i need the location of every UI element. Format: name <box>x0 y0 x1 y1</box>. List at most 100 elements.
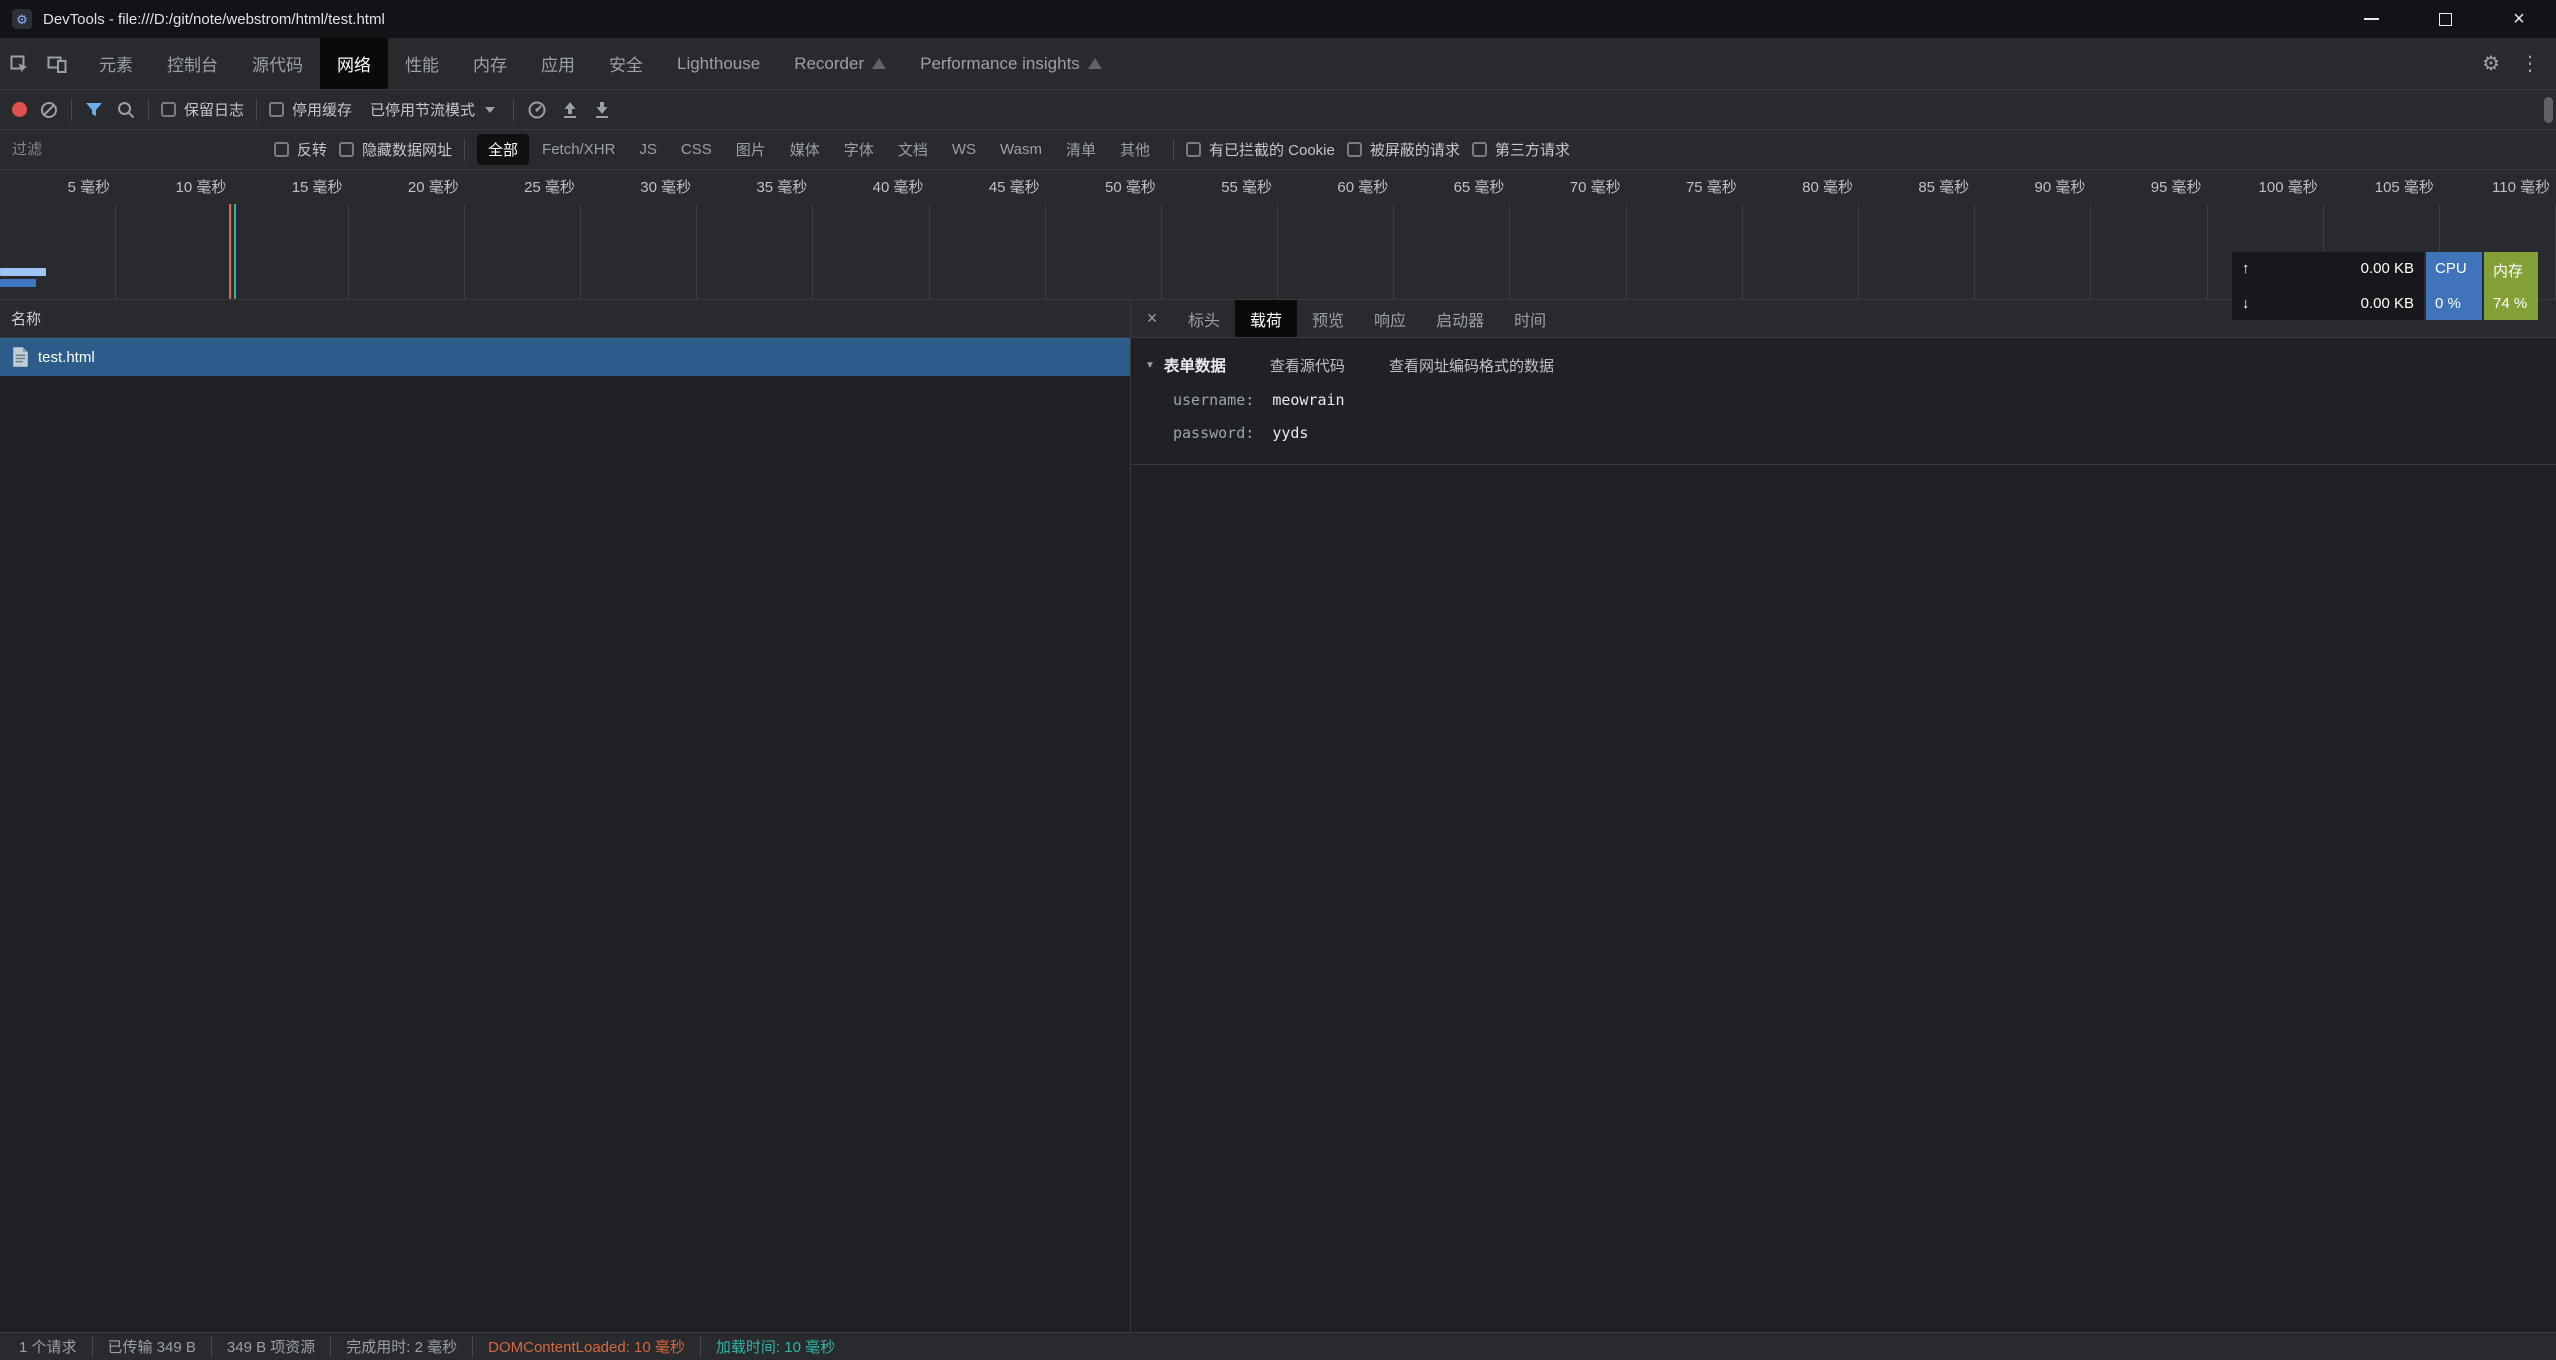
search-icon[interactable] <box>116 100 136 120</box>
view-source-link[interactable]: 查看源代码 <box>1270 355 1345 376</box>
cpu-meter: CPU 0 % <box>2426 252 2482 320</box>
dtab-payload[interactable]: 载荷 <box>1235 300 1297 337</box>
download-arrow-icon: ↓ <box>2242 295 2250 312</box>
close-button[interactable]: × <box>2482 0 2556 38</box>
close-detail-icon[interactable]: × <box>1131 308 1173 329</box>
filter-pill[interactable]: 其他 <box>1109 134 1161 165</box>
record-network-log-button[interactable] <box>12 102 27 117</box>
form-data-title[interactable]: 表单数据 <box>1164 354 1226 376</box>
third-party-requests-label: 第三方请求 <box>1495 139 1570 160</box>
request-list-pane: 名称 test.html <box>0 300 1131 1332</box>
preserve-log-checkbox[interactable]: 保留日志 <box>161 99 244 120</box>
settings-gear-icon[interactable]: ⚙ <box>2482 54 2500 74</box>
disclosure-triangle-icon[interactable]: ▼ <box>1145 360 1155 371</box>
filter-funnel-icon[interactable] <box>84 100 104 120</box>
tab-performance-insights[interactable]: Performance insights <box>903 38 1119 89</box>
dtab-response[interactable]: 响应 <box>1359 300 1421 337</box>
timeline-column: 25 毫秒 <box>465 204 581 299</box>
waterfall-bar-dark <box>0 279 36 287</box>
tab-elements[interactable]: 元素 <box>82 38 150 89</box>
hide-data-urls-label: 隐藏数据网址 <box>362 139 452 160</box>
download-value: 0.00 KB <box>2361 295 2414 312</box>
tab-application[interactable]: 应用 <box>524 38 592 89</box>
throttling-dropdown[interactable]: 已停用节流模式 <box>364 99 501 120</box>
filter-pill[interactable]: 字体 <box>833 134 885 165</box>
view-urlencoded-link[interactable]: 查看网址编码格式的数据 <box>1389 355 1554 376</box>
memory-label: 内存 <box>2493 260 2529 281</box>
table-row[interactable]: test.html <box>0 338 1130 376</box>
upload-value: 0.00 KB <box>2361 260 2414 277</box>
filter-pill[interactable]: 清单 <box>1055 134 1107 165</box>
import-har-icon[interactable] <box>560 100 580 120</box>
request-rows: test.html <box>0 338 1130 1332</box>
tab-sources[interactable]: 源代码 <box>235 38 320 89</box>
filter-pill[interactable]: 媒体 <box>779 134 831 165</box>
tab-recorder[interactable]: Recorder <box>777 38 903 89</box>
dtab-timing[interactable]: 时间 <box>1499 300 1561 337</box>
third-party-requests-checkbox[interactable]: 第三方请求 <box>1472 139 1570 160</box>
dtab-headers[interactable]: 标头 <box>1173 300 1235 337</box>
filter-pill[interactable]: 图片 <box>725 134 777 165</box>
network-overview-timeline[interactable]: 5 毫秒 10 毫秒 15 毫秒 20 毫秒 25 毫秒 <box>0 170 2556 300</box>
summary-item: 已传输 349 B <box>92 1336 211 1357</box>
summary-item: 完成用时: 2 毫秒 <box>330 1336 472 1357</box>
timeline-grid: 5 毫秒 10 毫秒 15 毫秒 20 毫秒 25 毫秒 <box>0 170 2556 299</box>
tab-console[interactable]: 控制台 <box>150 38 235 89</box>
name-column-header[interactable]: 名称 <box>0 300 1130 338</box>
clear-network-log-icon[interactable] <box>39 100 59 120</box>
hide-data-urls-checkbox[interactable]: 隐藏数据网址 <box>339 139 452 160</box>
timeline-column: 70 毫秒 <box>1510 204 1626 299</box>
network-conditions-icon[interactable] <box>526 99 548 121</box>
dtab-initiator[interactable]: 启动器 <box>1421 300 1499 337</box>
title-bar: ⚙ DevTools - file:///D:/git/note/webstro… <box>0 0 2556 38</box>
timeline-tick-label: 70 毫秒 <box>1570 176 1621 197</box>
kebab-menu-icon[interactable]: ⋮ <box>2520 54 2540 74</box>
minimize-button[interactable] <box>2334 0 2408 38</box>
invert-filter-checkbox[interactable]: 反转 <box>274 139 327 160</box>
filter-input[interactable] <box>12 141 262 158</box>
tab-security[interactable]: 安全 <box>592 38 660 89</box>
filter-pill[interactable]: Wasm <box>989 136 1053 163</box>
checkbox-icon <box>161 102 176 117</box>
export-har-icon[interactable] <box>592 100 612 120</box>
tab-memory[interactable]: 内存 <box>456 38 524 89</box>
timeline-tick-label: 30 毫秒 <box>640 176 691 197</box>
inspect-icon <box>9 54 29 74</box>
inspect-element-button[interactable] <box>0 38 38 89</box>
invert-filter-label: 反转 <box>297 139 327 160</box>
device-toolbar-button[interactable] <box>38 38 76 89</box>
tab-lighthouse[interactable]: Lighthouse <box>660 38 777 89</box>
scrollbar-thumb[interactable] <box>2544 97 2553 123</box>
disable-cache-checkbox[interactable]: 停用缓存 <box>269 99 352 120</box>
throttling-value: 已停用节流模式 <box>370 99 475 120</box>
filter-pill[interactable]: Fetch/XHR <box>531 136 626 163</box>
cpu-value: 0 % <box>2435 295 2473 312</box>
dtab-preview[interactable]: 预览 <box>1297 300 1359 337</box>
tab-network[interactable]: 网络 <box>320 38 388 89</box>
blocked-requests-checkbox[interactable]: 被屏蔽的请求 <box>1347 139 1460 160</box>
timeline-column: 75 毫秒 <box>1627 204 1743 299</box>
maximize-button[interactable] <box>2408 0 2482 38</box>
throughput-readout: ↑ 0.00 KB ↓ 0.00 KB <box>2232 252 2424 320</box>
tab-performance[interactable]: 性能 <box>388 38 456 89</box>
timeline-tick-label: 80 毫秒 <box>1802 176 1853 197</box>
timeline-tick-label: 20 毫秒 <box>408 176 459 197</box>
devtools-logo-icon: ⚙ <box>12 9 32 29</box>
timeline-tick-label: 25 毫秒 <box>524 176 575 197</box>
timeline-column: 95 毫秒 <box>2091 204 2207 299</box>
filter-pill[interactable]: 全部 <box>477 134 529 165</box>
form-data-header: ▼ 表单数据 查看源代码 查看网址编码格式的数据 <box>1131 354 2556 376</box>
timeline-column: 10 毫秒 <box>116 204 232 299</box>
timeline-tick-label: 110 毫秒 <box>2492 176 2550 197</box>
waterfall-bar-light <box>0 268 46 276</box>
field-key: username: <box>1173 391 1254 409</box>
timeline-column: 80 毫秒 <box>1743 204 1859 299</box>
filter-pill[interactable]: 文档 <box>887 134 939 165</box>
upload-row: ↑ 0.00 KB <box>2242 260 2414 277</box>
blocked-requests-label: 被屏蔽的请求 <box>1370 139 1460 160</box>
filter-pill[interactable]: CSS <box>670 136 723 163</box>
filter-pill[interactable]: WS <box>941 136 987 163</box>
timeline-column: 30 毫秒 <box>581 204 697 299</box>
filter-pill[interactable]: JS <box>628 136 668 163</box>
blocked-cookies-checkbox[interactable]: 有已拦截的 Cookie <box>1186 139 1335 160</box>
